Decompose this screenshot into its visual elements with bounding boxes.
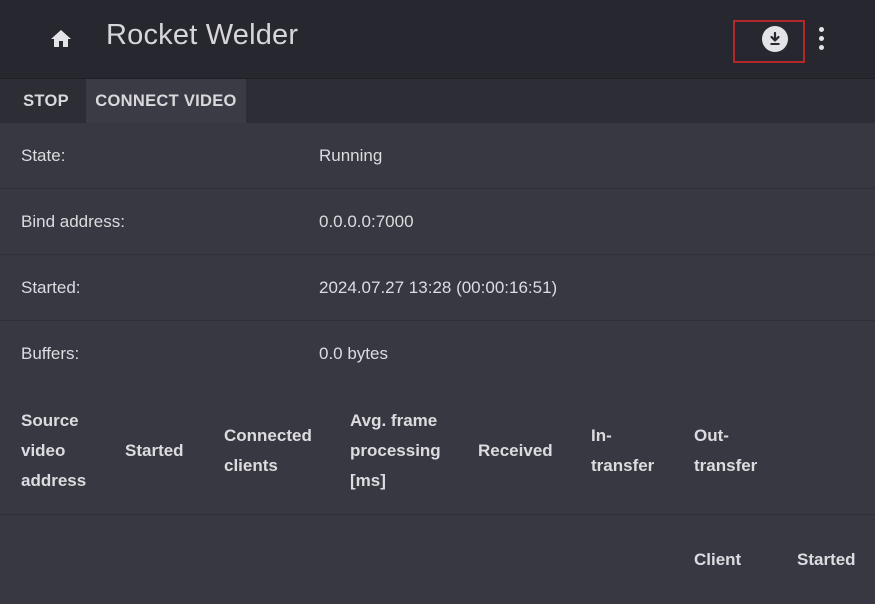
table-header: Source video address Started Connected c… [0,387,875,515]
download-button[interactable] [733,20,805,63]
state-value: Running [319,146,383,165]
stop-button[interactable]: STOP [8,79,84,123]
status-panel: State: Running Bind address: 0.0.0.0:700… [0,123,875,604]
column-header-in-transfer: In- transfer [591,426,655,475]
buffers-label: Buffers: [21,344,80,363]
buffers-row: Buffers: 0.0 bytes [0,321,875,387]
state-label: State: [21,146,66,165]
column-header-received: Received [478,441,553,460]
buffers-value: 0.0 bytes [319,344,388,363]
home-icon [51,30,71,47]
app-bar: Rocket Welder [0,0,875,79]
column-header-out-transfer: Out- transfer [694,426,758,475]
started-value: 2024.07.27 13:28 (00:00:16:51) [319,278,558,297]
started-row: Started: 2024.07.27 13:28 (00:00:16:51) [0,255,875,321]
download-icon [762,25,788,52]
app-title: Rocket Welder [106,19,299,51]
started-label: Started: [21,278,81,297]
column-header-avg-frame-processing: Avg. frame processing [ms] [350,411,441,490]
column-header-source-video-address: Source video address [21,411,87,490]
clients-subheader: Client Started [0,515,875,604]
bind-address-value: 0.0.0.0:7000 [319,212,414,231]
column-header-connected-clients: Connected clients [224,426,312,475]
toolbar: STOP CONNECT VIDEO [0,79,875,123]
column-header-client: Client [694,550,742,569]
state-row: State: Running [0,123,875,189]
more-vert-icon[interactable] [808,24,834,52]
bind-address-label: Bind address: [21,212,125,231]
bind-address-row: Bind address: 0.0.0.0:7000 [0,189,875,255]
column-header-started: Started [125,441,184,460]
column-header-client-started: Started [797,550,856,569]
home-button[interactable] [44,22,78,56]
connect-video-button[interactable]: CONNECT VIDEO [86,79,246,123]
